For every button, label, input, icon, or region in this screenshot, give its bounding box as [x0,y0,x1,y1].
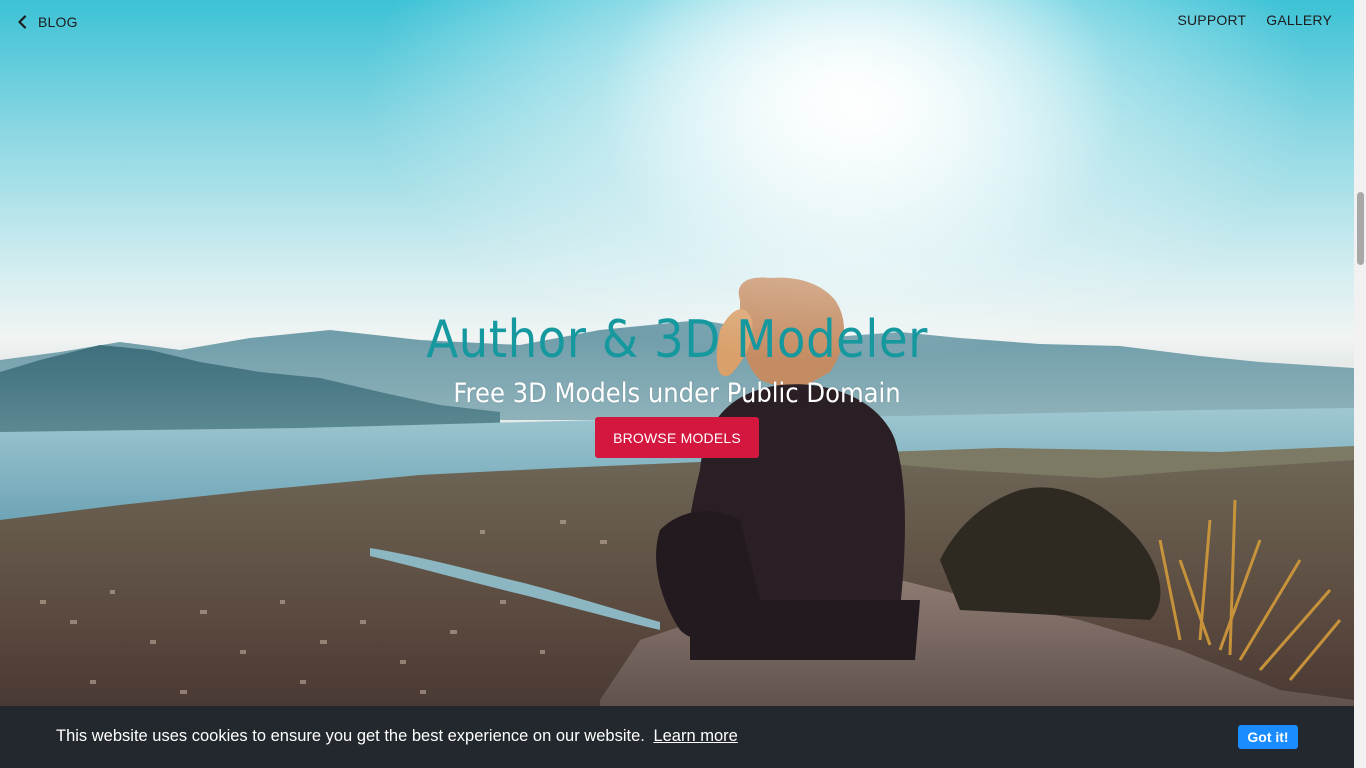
top-nav: SUPPORT GALLERY [1177,12,1332,28]
blog-label: BLOG [38,14,78,30]
hero-subtitle: Free 3D Models under Public Domain [453,378,901,409]
hero-title: Author & 3D Modeler [426,310,928,370]
page: BLOG SUPPORT GALLERY Author & 3D Modeler… [0,0,1366,768]
page-scrollbar[interactable] [1354,0,1366,768]
hero-section: BLOG SUPPORT GALLERY Author & 3D Modeler… [0,0,1354,768]
cookie-banner: This website uses cookies to ensure you … [0,706,1354,768]
got-it-button[interactable]: Got it! [1238,725,1298,749]
scrollbar-thumb[interactable] [1357,192,1364,265]
chevron-left-icon [14,12,30,32]
back-to-blog-link[interactable]: BLOG [14,12,78,32]
nav-link-gallery[interactable]: GALLERY [1266,12,1332,28]
cookie-message: This website uses cookies to ensure you … [56,727,738,746]
nav-link-support[interactable]: SUPPORT [1177,12,1246,28]
learn-more-link[interactable]: Learn more [653,727,737,745]
cookie-message-text: This website uses cookies to ensure you … [56,727,645,745]
browse-models-button[interactable]: BROWSE MODELS [595,417,759,458]
